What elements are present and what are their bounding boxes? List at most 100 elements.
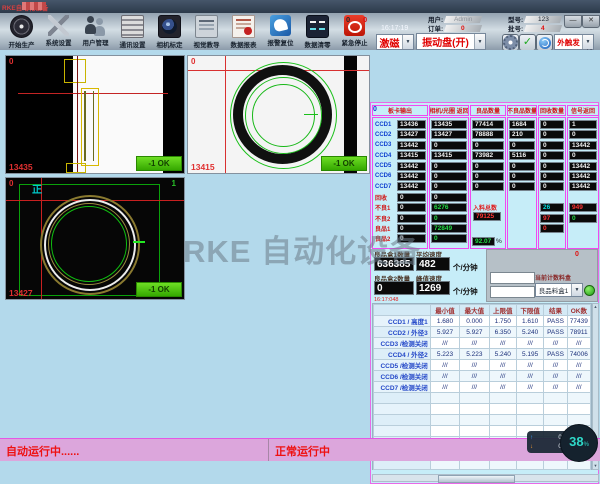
current-box-dropdown[interactable]: 良品料盒1 ▼ <box>535 283 583 297</box>
stat-cell: 0 <box>540 172 564 181</box>
results-cell: 5.240 <box>516 327 543 338</box>
vibrator-dropdown[interactable]: 振动盘(开) ▼ <box>416 33 486 50</box>
stat-row-label: CCD7 <box>373 184 396 190</box>
results-cell: /// <box>544 360 567 371</box>
camera2-frame-count: 13415 <box>191 162 215 172</box>
results-cell <box>374 426 431 437</box>
camera1-corner-count: 0 <box>9 57 13 66</box>
confirm-button[interactable]: ✓ <box>519 34 536 51</box>
stats-col-ng: 168421005116000 <box>507 117 537 249</box>
toolbar-button-comm[interactable]: 通讯设置 <box>114 14 151 49</box>
stats-col-recycle: 000000026970 <box>538 117 566 249</box>
toolbar-button-users[interactable]: 用户管理 <box>77 14 114 49</box>
toolbar-button-vision[interactable]: 视觉教导 <box>188 14 225 49</box>
stat-cell: 77414 <box>472 120 504 129</box>
horizontal-scrollbar[interactable] <box>372 474 599 482</box>
order-value: 0 <box>444 25 482 32</box>
count-input-1[interactable] <box>490 272 535 284</box>
scrollbar-thumb[interactable] <box>438 475 515 483</box>
main-area: 0 13435 -1 OK 0 13415 -1 OK 正 1 0 13427 … <box>0 50 600 438</box>
results-cell <box>516 393 543 404</box>
toolbar-button-calculator[interactable]: 数据清零 <box>299 14 336 49</box>
scroll-down-icon[interactable]: ▼ <box>594 463 598 469</box>
stats-col-camera-return: 1343513427013415000062760728490 <box>429 117 469 249</box>
counter-gray: 0 <box>346 15 350 24</box>
camera-view-2[interactable]: 0 13415 -1 OK <box>187 55 370 174</box>
results-cell: /// <box>544 382 567 393</box>
results-row[interactable]: CCD1 / 高度11.6800.0001.7501.610PASS77439 <box>374 316 591 327</box>
results-cell: 5.240 <box>489 349 516 360</box>
results-row[interactable]: CCD3 /检测关闭////////////////// <box>374 338 591 349</box>
film-reel-icon <box>10 15 33 38</box>
results-row[interactable]: CCD5 /检测关闭////////////////// <box>374 360 591 371</box>
close-button[interactable]: ✕ <box>582 15 600 28</box>
cpu-usage-value: 38 <box>569 425 583 459</box>
camera3-corner-count: 0 <box>9 179 13 188</box>
toolbar-button-emergency-stop[interactable]: 紧急停止 <box>336 14 373 49</box>
results-cell: /// <box>567 371 590 382</box>
stat-row: 良品20 <box>373 234 427 243</box>
camera2-result-badge: -1 OK <box>321 156 367 171</box>
stat-cell: 0 <box>431 182 467 191</box>
results-cell: CCD4 / 外径2 <box>374 349 431 360</box>
camera2-inner-circle <box>252 84 315 147</box>
stat-row: CCD313442 <box>373 141 427 150</box>
stat-cell: 0 <box>472 182 504 191</box>
toolbar-button-tools[interactable]: 系统设置 <box>40 14 77 49</box>
results-cell <box>544 404 567 415</box>
toolbar-button-label: 用户管理 <box>83 37 109 47</box>
camera1-crosshair-v <box>77 56 78 173</box>
results-row[interactable]: CCD6 /检测关闭////////////////// <box>374 371 591 382</box>
avg-speed-value: 482 <box>416 257 450 271</box>
excite-dropdown[interactable]: 激磁 ▼ <box>376 34 414 50</box>
panel-corner-count: 0 <box>575 251 579 258</box>
stat-cell: 0 <box>540 130 564 139</box>
results-row[interactable]: CCD2 / 外径35.9275.9276.3505.240PASS78911 <box>374 327 591 338</box>
chevron-down-icon[interactable]: ▼ <box>402 35 413 49</box>
camera-view-3[interactable]: 正 1 0 13427 -1 OK <box>5 177 185 300</box>
chevron-down-icon[interactable]: ▼ <box>582 35 593 49</box>
peak-speed-unit: 个/分钟 <box>453 286 478 297</box>
counters-section: 良品盒1数量 平均速度 636385 482 个/分钟 良品盒2数量 峰值速度 … <box>371 249 600 303</box>
trigger-mode-dropdown[interactable]: 外触发 ▼ <box>554 34 594 50</box>
stat-cell: 0 <box>431 141 467 150</box>
stat-cell: 13427 <box>431 130 467 139</box>
results-row[interactable]: CCD4 / 外径25.2235.2235.2405.195PASS74006 <box>374 349 591 360</box>
toolbar-button-label: 数据报表 <box>231 39 257 49</box>
results-cell <box>430 393 459 404</box>
upload-arrow-icon: ↑ <box>530 435 533 441</box>
results-row[interactable]: CCD7 /检测关闭////////////////// <box>374 382 591 393</box>
results-cell <box>567 404 590 415</box>
chevron-down-icon[interactable]: ▼ <box>474 34 485 49</box>
network-button[interactable] <box>536 34 553 51</box>
stat-cell: 0 <box>397 193 426 202</box>
results-header-cell: 最大值 <box>460 305 489 316</box>
settings-button[interactable] <box>502 34 519 51</box>
batch-value: 4 <box>524 25 562 32</box>
status-bar: 自动运行中...... 正常运行中 <box>0 438 600 461</box>
toolbar-button-label: 报警复位 <box>268 37 294 47</box>
results-cell <box>489 426 516 437</box>
toolbar-button-report[interactable]: 数据报表 <box>225 14 262 49</box>
count-input-2[interactable] <box>490 286 535 298</box>
stat-row-label: 不良2 <box>373 214 396 223</box>
stat-cell: 5116 <box>509 151 535 160</box>
cpu-usage-bubble[interactable]: 38 % <box>560 424 598 462</box>
stat-cell: 0 <box>569 130 597 139</box>
toolbar-button-film-reel[interactable]: 开始生产 <box>3 14 40 49</box>
camera-view-1[interactable]: 0 13435 -1 OK <box>5 55 185 174</box>
status-normal-text: 正常运行中 <box>275 443 330 459</box>
stat-cell: 13442 <box>569 141 597 150</box>
results-cell <box>516 415 543 426</box>
results-cell: /// <box>430 371 459 382</box>
stat-cell: 13442 <box>397 141 426 150</box>
stat-row-label: CCD1 <box>373 122 396 128</box>
minimize-button[interactable]: — <box>564 15 582 28</box>
camera-icon <box>158 15 181 38</box>
toolbar-button-alarm-reset[interactable]: 报警复位 <box>262 14 299 49</box>
toolbar-button-camera[interactable]: 相机标定 <box>151 14 188 49</box>
toolbar-button-label: 紧急停止 <box>342 37 368 47</box>
chevron-down-icon[interactable]: ▼ <box>571 284 582 296</box>
scroll-up-icon[interactable]: ▲ <box>594 304 598 310</box>
stat-cell: 0 <box>509 182 535 191</box>
